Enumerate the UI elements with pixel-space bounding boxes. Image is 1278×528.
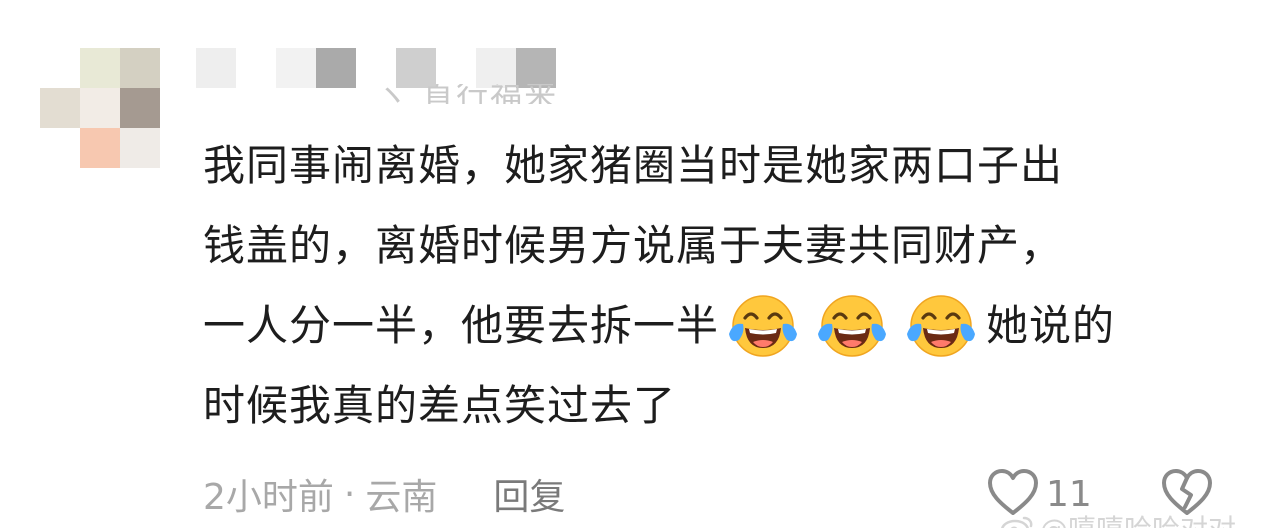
comment-line-1: 我同事闹离婚，她家猪圈当时是她家两口子出 xyxy=(203,141,1064,190)
timestamp: 2小时前 xyxy=(203,477,334,518)
comment-meta: 2小时前 · 云南 回复 xyxy=(203,466,565,522)
username-mosaic[interactable] xyxy=(196,48,556,88)
tears-of-joy-icon xyxy=(723,286,803,366)
comment-line-4: 时候我真的差点笑过去了 xyxy=(203,381,677,430)
meta-separator: · xyxy=(343,473,356,515)
comment-text: 我同事闹离婚，她家猪圈当时是她家两口子出 钱盖的，离婚时候男方说属于夫妻共同财产… xyxy=(203,126,1233,446)
tears-of-joy-icon xyxy=(812,286,892,366)
watermark-text: @嘻嘻哈哈对对 xyxy=(1040,508,1236,528)
location: 云南 xyxy=(365,477,438,518)
comment-card: ヽ 直行福来 我同事闹离婚，她家猪圈当时是她家两口子出 钱盖的，离婚时候男方说属… xyxy=(0,0,1278,528)
avatar[interactable] xyxy=(40,48,160,168)
tears-of-joy-icon xyxy=(901,286,981,366)
comment-line-3-tail: 她说的 xyxy=(986,301,1116,350)
comment-line-3-text: 一人分一半，他要去拆一半 xyxy=(203,301,720,350)
watermark: @嘻嘻哈哈对对 xyxy=(1000,508,1236,528)
weibo-logo-icon xyxy=(1000,515,1034,528)
comment-line-2: 钱盖的，离婚时候男方说属于夫妻共同财产， xyxy=(203,221,1064,270)
comment-line-3: 一人分一半，他要去拆一半 她说的 xyxy=(203,286,1233,366)
obscured-subtitle: ヽ 直行福来 xyxy=(376,84,559,104)
reply-button[interactable]: 回复 xyxy=(493,468,565,520)
